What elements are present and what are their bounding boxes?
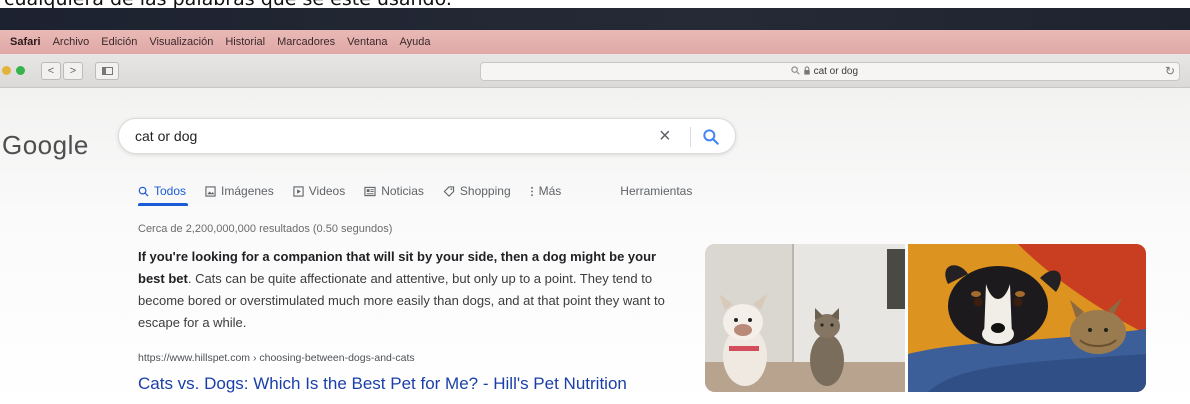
lock-icon — [804, 66, 810, 75]
menu-archivo[interactable]: Archivo — [53, 36, 90, 48]
menu-ayuda[interactable]: Ayuda — [400, 36, 431, 48]
menu-bar: Safari Archivo Edición Visualización His… — [0, 30, 1190, 54]
tab-noticias[interactable]: Noticias — [364, 184, 424, 198]
play-icon — [293, 185, 304, 197]
dog-and-cat-closeup-illustration — [908, 244, 1146, 392]
address-search-icon — [791, 66, 800, 75]
browser-toolbar: < > cat or dog ↻ — [0, 54, 1190, 88]
tab-herramientas[interactable]: Herramientas — [620, 184, 692, 198]
tab-mas[interactable]: Más — [530, 184, 562, 198]
window-controls — [2, 66, 25, 75]
tab-todos[interactable]: Todos — [138, 184, 186, 198]
address-text: cat or dog — [791, 66, 858, 77]
menu-marcadores[interactable]: Marcadores — [277, 36, 335, 48]
search-tabs: Todos Imágenes Videos Noticias Shopping … — [138, 183, 711, 199]
tab-label: Videos — [308, 184, 346, 198]
search-box[interactable]: × — [118, 118, 736, 154]
tab-label: Todos — [154, 184, 187, 198]
tab-videos[interactable]: Videos — [293, 184, 345, 198]
address-value: cat or dog — [813, 66, 859, 77]
menu-historial[interactable]: Historial — [225, 36, 265, 48]
result-title-link[interactable]: Cats vs. Dogs: Which Is the Best Pet for… — [138, 374, 627, 394]
menu-ventana[interactable]: Ventana — [347, 36, 387, 48]
reload-icon[interactable]: ↻ — [1165, 64, 1175, 78]
tab-imagenes[interactable]: Imágenes — [205, 184, 274, 198]
search-divider — [690, 127, 691, 147]
search-icon — [138, 186, 149, 197]
tab-label: Noticias — [381, 184, 424, 198]
sidebar-icon — [101, 66, 113, 75]
sidebar-toggle-button[interactable] — [95, 61, 119, 80]
caption-text: cualquiera de las palabras que se esté u… — [4, 0, 452, 8]
image-icon — [205, 185, 216, 197]
search-icon[interactable] — [701, 127, 721, 147]
snippet-text: . Cats can be quite affectionate and att… — [138, 271, 665, 330]
tag-icon — [443, 185, 455, 197]
active-tab-indicator — [138, 203, 188, 206]
forward-button[interactable]: > — [63, 61, 83, 80]
result-url[interactable]: https://www.hillspet.com › choosing-betw… — [138, 352, 415, 364]
tab-label: Shopping — [459, 184, 511, 198]
clear-icon[interactable]: × — [659, 125, 671, 148]
google-logo[interactable]: Google — [2, 130, 89, 161]
caption-strip: cualquiera de las palabras que se esté u… — [0, 0, 1190, 8]
search-input[interactable] — [135, 128, 635, 144]
result-image-dog-and-cat-2[interactable] — [908, 244, 1146, 392]
tab-shopping[interactable]: Shopping — [443, 184, 511, 198]
minimize-button[interactable] — [2, 66, 11, 75]
result-image-dog-and-cat[interactable] — [705, 244, 905, 392]
tab-label: Imágenes — [221, 184, 274, 198]
dog-and-cat-illustration — [705, 244, 905, 392]
web-page: Google × Todos Imágenes Videos Noticias … — [0, 88, 1190, 404]
tab-label: Más — [538, 184, 562, 198]
zoom-button[interactable] — [16, 66, 25, 75]
featured-snippet: If you're looking for a companion that w… — [138, 246, 678, 334]
menu-visualizacion[interactable]: Visualización — [149, 36, 213, 48]
news-icon — [364, 186, 376, 196]
desktop-background — [0, 8, 1190, 30]
more-icon — [530, 186, 533, 196]
back-button[interactable]: < — [41, 61, 61, 80]
menu-edicion[interactable]: Edición — [101, 36, 137, 48]
address-bar[interactable]: cat or dog ↻ — [480, 62, 1180, 81]
menu-safari[interactable]: Safari — [10, 36, 41, 48]
result-stats: Cerca de 2,200,000,000 resultados (0.50 … — [138, 223, 393, 235]
navigation-buttons: < > — [39, 61, 83, 80]
tab-label: Herramientas — [620, 184, 693, 198]
